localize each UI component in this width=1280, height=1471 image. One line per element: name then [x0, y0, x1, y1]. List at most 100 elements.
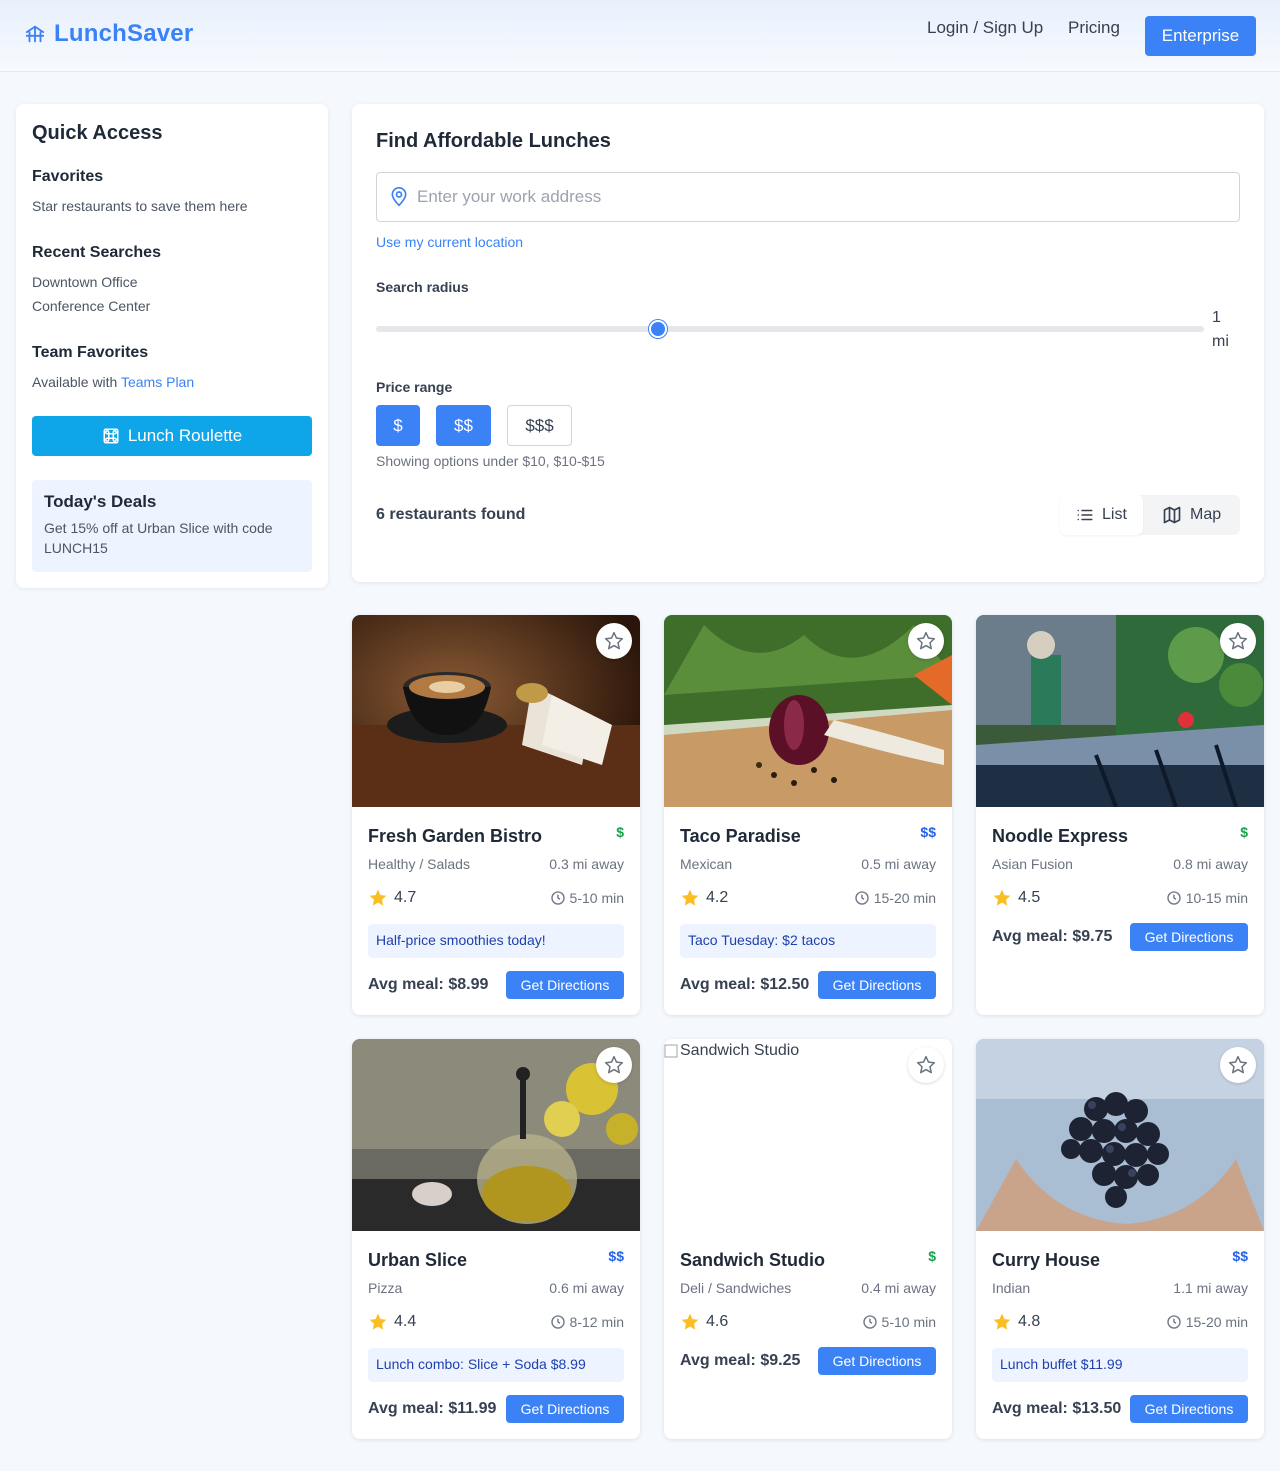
radius-slider-track[interactable] [376, 326, 1204, 332]
star-outline-icon [604, 1055, 624, 1074]
radius-unit: mi [1212, 333, 1229, 350]
distance: 0.6 mi away [549, 1280, 624, 1296]
sidebar-title: Quick Access [32, 122, 163, 144]
wait-time-value: 5-10 min [569, 890, 624, 906]
brand-logo[interactable]: LunchSaver [24, 20, 193, 48]
average-meal-price: Avg meal: $8.99 [368, 976, 489, 993]
rating: 4.6 [680, 1312, 728, 1332]
rating: 4.7 [368, 888, 416, 908]
wait-time-value: 8-12 min [569, 1314, 624, 1330]
rating-value: 4.6 [706, 1313, 729, 1330]
list-view-button[interactable]: List [1060, 495, 1143, 535]
clock-icon [550, 1315, 565, 1329]
favorite-star-button[interactable] [596, 623, 632, 659]
restaurant-card[interactable]: Urban Slice $$ Pizza 0.6 mi away 4.4 8-1… [352, 1039, 640, 1439]
recent-search-item[interactable]: Conference Center [32, 298, 150, 314]
restaurant-name: Taco Paradise [680, 826, 801, 846]
map-view-button[interactable]: Map [1146, 495, 1237, 535]
restaurant-card[interactable]: Fresh Garden Bistro $ Healthy / Salads 0… [352, 615, 640, 1015]
map-icon [1163, 506, 1181, 524]
address-input[interactable] [417, 173, 1227, 221]
favorite-star-button[interactable] [1220, 1047, 1256, 1083]
rating-value: 4.8 [1018, 1313, 1041, 1330]
star-outline-icon [1228, 631, 1248, 650]
rating: 4.4 [368, 1312, 416, 1332]
restaurant-card[interactable]: Curry House $$ Indian 1.1 mi away 4.8 15… [976, 1039, 1264, 1439]
command-icon [103, 428, 119, 444]
restaurant-card[interactable]: Sandwich Studio Sandwich Studio $ Deli /… [664, 1039, 952, 1439]
cuisine-type: Indian [992, 1280, 1031, 1296]
get-directions-button[interactable]: Get Directions [506, 971, 624, 999]
restaurant-name: Fresh Garden Bistro [368, 826, 543, 846]
rating: 4.2 [680, 888, 728, 908]
use-current-location-link[interactable]: Use my current location [376, 234, 523, 250]
rating-value: 4.4 [394, 1313, 417, 1330]
favorite-star-button[interactable] [1220, 623, 1256, 659]
brand-name: LunchSaver [54, 20, 194, 47]
distance: 0.3 mi away [549, 856, 624, 872]
star-filled-icon [681, 889, 699, 906]
login-signup-link[interactable]: Login / Sign Up [927, 18, 1043, 38]
get-directions-button[interactable]: Get Directions [818, 971, 936, 999]
average-meal-price: Avg meal: $13.50 [992, 1400, 1122, 1417]
restaurant-name: Curry House [992, 1250, 1101, 1270]
price-option-3[interactable]: $$$ [507, 405, 572, 446]
team-favorites-text: Available with Teams Plan [32, 374, 194, 390]
pricing-link[interactable]: Pricing [1068, 18, 1120, 38]
restaurant-name: Noodle Express [992, 826, 1129, 846]
cuisine-type: Healthy / Salads [368, 856, 470, 872]
restaurant-card[interactable]: Taco Paradise $$ Mexican 0.5 mi away 4.2… [664, 615, 952, 1015]
restaurant-name: Urban Slice [368, 1250, 468, 1270]
quick-access-sidebar: Quick Access Favorites Star restaurants … [16, 104, 328, 588]
radius-value: 1 mi [1212, 306, 1236, 354]
search-radius-label: Search radius [376, 279, 469, 295]
deal-banner: Taco Tuesday: $2 tacos [680, 924, 936, 958]
lunch-roulette-label: Lunch Roulette [127, 426, 243, 445]
clock-icon [1167, 891, 1181, 905]
rating-value: 4.5 [1018, 889, 1041, 906]
restaurant-card[interactable]: Noodle Express $ Asian Fusion 0.8 mi awa… [976, 615, 1264, 1015]
star-filled-icon [993, 889, 1011, 906]
enterprise-button[interactable]: Enterprise [1145, 16, 1256, 56]
star-outline-icon [604, 631, 624, 650]
favorite-star-button[interactable] [908, 623, 944, 659]
deal-banner: Lunch buffet $11.99 [992, 1348, 1248, 1382]
get-directions-button[interactable]: Get Directions [506, 1395, 624, 1423]
price-option-2[interactable]: $$ [436, 405, 491, 446]
star-outline-icon [916, 631, 936, 650]
todays-deals-heading: Today's Deals [44, 492, 157, 511]
view-toggle: List Map [1060, 495, 1240, 535]
image-alt-text: Sandwich Studio [680, 1042, 800, 1059]
radius-slider-handle[interactable] [648, 320, 667, 338]
favorite-star-button[interactable] [596, 1047, 632, 1083]
favorites-empty-text: Star restaurants to save them here [32, 198, 248, 214]
wait-time: 8-12 min [550, 1314, 624, 1330]
clock-icon [855, 891, 869, 905]
rating: 4.8 [992, 1312, 1040, 1332]
wait-time: 15-20 min [1166, 1314, 1248, 1330]
lunch-roulette-button[interactable]: Lunch Roulette [32, 416, 312, 456]
favorite-star-button[interactable] [908, 1047, 944, 1083]
recent-search-item[interactable]: Downtown Office [32, 274, 138, 290]
price-level: $ [928, 1248, 936, 1264]
radius-number: 1 [1212, 309, 1221, 326]
wait-time: 10-15 min [1166, 890, 1248, 906]
get-directions-button[interactable]: Get Directions [1130, 1395, 1248, 1423]
wait-time-value: 5-10 min [881, 1314, 936, 1330]
todays-deals-box: Today's Deals Get 15% off at Urban Slice… [32, 480, 312, 572]
average-meal-price: Avg meal: $9.25 [680, 1352, 801, 1369]
teams-plan-link[interactable]: Teams Plan [121, 374, 194, 390]
star-filled-icon [993, 1313, 1011, 1330]
search-panel: Find Affordable Lunches Use my current l… [352, 104, 1264, 582]
get-directions-button[interactable]: Get Directions [818, 1347, 936, 1375]
clock-icon [550, 891, 565, 905]
clock-icon [1167, 1315, 1181, 1329]
restaurant-icon [25, 25, 45, 43]
address-field[interactable] [376, 172, 1240, 222]
team-favorites-prefix: Available with [32, 374, 121, 390]
wait-time: 5-10 min [862, 1314, 936, 1330]
get-directions-button[interactable]: Get Directions [1130, 923, 1248, 951]
price-option-1[interactable]: $ [376, 405, 420, 446]
wait-time-value: 10-15 min [1185, 890, 1248, 906]
cuisine-type: Deli / Sandwiches [680, 1280, 792, 1296]
